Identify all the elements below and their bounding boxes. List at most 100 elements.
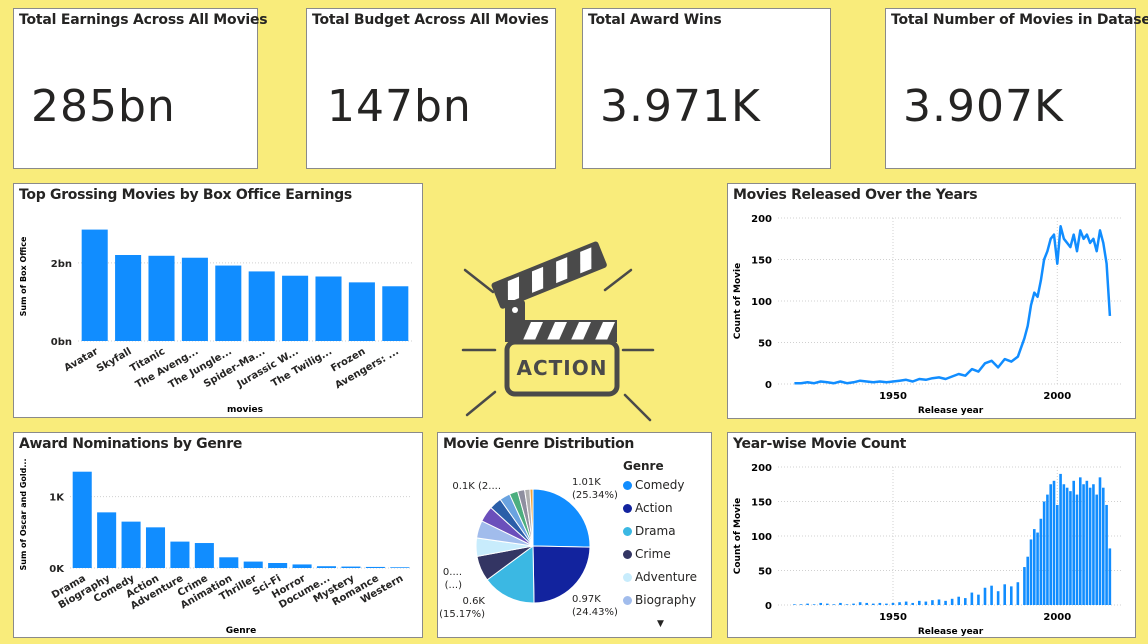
bar — [72, 471, 92, 568]
legend-item[interactable]: Comedy — [623, 478, 685, 492]
legend-item[interactable]: Biography — [623, 593, 696, 607]
bar — [937, 599, 941, 605]
bar — [1055, 504, 1059, 605]
x-tick-label: 1950 — [879, 391, 907, 402]
bar — [970, 592, 974, 605]
bar — [885, 603, 888, 605]
legend-label: Comedy — [635, 478, 685, 492]
kpi-card-budget[interactable]: Total Budget Across All Movies 147bn — [306, 8, 556, 169]
bar — [983, 587, 987, 605]
bar — [891, 602, 895, 605]
pie-data-label: 0.6K — [463, 596, 486, 607]
y-axis-label: Count of Movie — [733, 498, 743, 574]
pie-data-label: 0.... — [443, 567, 462, 578]
x-tick-label: 2000 — [1043, 612, 1071, 623]
y-tick-label: 0bn — [51, 337, 72, 348]
bar — [1095, 494, 1099, 605]
legend-swatch — [623, 573, 632, 582]
legend-item[interactable]: Action — [623, 501, 673, 515]
kpi-title: Total Budget Across All Movies — [312, 12, 549, 28]
x-tick-label: Skyfall — [95, 346, 134, 375]
y-tick-label: 100 — [751, 297, 772, 308]
legend-label: Action — [635, 501, 673, 515]
bar — [268, 563, 288, 568]
genre-distribution-chart-card[interactable]: Movie Genre Distribution 1.01K (25.34%) 0.… — [437, 432, 712, 638]
bar — [990, 585, 993, 605]
y-tick-label: 1K — [49, 493, 65, 504]
top-grossing-chart-card[interactable]: Top Grossing Movies by Box Office Earnin… — [13, 183, 423, 418]
year-wise-chart: 0 50 100 150 200 1950 2000 Release year Count of… — [733, 463, 1123, 637]
y-tick-label: 50 — [758, 567, 772, 578]
legend-more-icon[interactable]: ▼ — [657, 619, 664, 629]
bar — [1023, 567, 1026, 605]
y-tick-label: 150 — [751, 256, 772, 267]
bar — [1088, 487, 1092, 605]
kpi-title: Total Number of Movies in Dataset — [891, 12, 1148, 28]
y-tick-label: 200 — [751, 463, 772, 474]
bar — [1059, 473, 1062, 605]
y-tick-label: 150 — [751, 498, 772, 509]
bar — [148, 255, 175, 341]
legend-swatch — [623, 481, 632, 490]
bar — [931, 600, 934, 605]
bar — [348, 282, 375, 341]
bar — [170, 541, 190, 568]
kpi-card-earnings[interactable]: Total Earnings Across All Movies 285bn — [13, 8, 268, 169]
legend-item[interactable]: Adventure — [623, 570, 697, 584]
legend-swatch — [623, 527, 632, 536]
bar — [977, 594, 980, 605]
bar — [215, 265, 242, 341]
pie-data-label: 0.1K (2.... — [452, 481, 501, 492]
bar — [950, 598, 954, 605]
kpi-card-movie-count[interactable]: Total Number of Movies in Dataset 3.907K — [885, 8, 1148, 169]
legend-label: Biography — [635, 593, 697, 607]
bar — [1065, 487, 1069, 605]
legend-item[interactable]: Drama — [623, 524, 676, 538]
award-nominations-chart-card[interactable]: Award Nominations by Genre 0K 1K Drama Biog… — [13, 432, 423, 638]
bar — [1032, 529, 1036, 605]
bar — [898, 602, 901, 605]
x-axis-label: Release year — [918, 406, 984, 416]
bar — [1049, 484, 1053, 605]
bar — [1075, 494, 1079, 605]
top-grossing-chart: 0bn2bnAvatarSkyfallTitanicThe Aveng...Th… — [19, 229, 412, 415]
bar — [1052, 480, 1056, 605]
bar — [917, 600, 921, 605]
bar — [97, 512, 117, 568]
series-line — [794, 225, 1112, 385]
bar — [1046, 494, 1049, 605]
x-tick-label: Avatar — [63, 346, 101, 374]
y-tick-label: 0K — [49, 564, 65, 575]
pie-data-label: (24.43%) — [572, 607, 618, 618]
legend-item[interactable]: Crime — [623, 547, 671, 561]
y-axis-label: Sum of Oscar and Gold... — [19, 458, 28, 570]
kpi-value: 3.907K — [903, 81, 1064, 132]
bar — [845, 604, 849, 605]
legend-swatch — [623, 550, 632, 559]
pie-data-label: 1.01K — [572, 477, 601, 488]
x-axis-label: Release year — [918, 627, 984, 637]
y-tick-label: 200 — [751, 214, 772, 225]
y-tick-label: 0 — [765, 601, 772, 612]
bar — [1026, 556, 1030, 605]
y-tick-label: 100 — [751, 532, 772, 543]
kpi-value: 3.971K — [600, 81, 761, 132]
bar — [219, 557, 239, 568]
movies-released-chart-card[interactable]: Movies Released Over the Years 0 50 100 150… — [727, 183, 1136, 419]
logo-text: ACTION — [516, 356, 608, 380]
bar — [248, 271, 275, 341]
bar — [865, 602, 869, 605]
bar — [1078, 477, 1082, 605]
x-axis-label: movies — [227, 405, 263, 415]
bar — [145, 527, 166, 568]
year-wise-chart-card[interactable]: Year-wise Movie Count 0 50 100 150 200 1950 20… — [727, 432, 1136, 638]
legend-swatch — [623, 596, 632, 605]
bar — [1092, 484, 1095, 605]
kpi-card-awards[interactable]: Total Award Wins 3.971K — [582, 8, 831, 169]
bar — [365, 566, 385, 568]
bar — [316, 566, 337, 568]
bar — [1003, 584, 1007, 605]
x-tick-label: 1950 — [879, 612, 907, 623]
bar — [819, 602, 823, 605]
legend-swatch — [623, 504, 632, 513]
